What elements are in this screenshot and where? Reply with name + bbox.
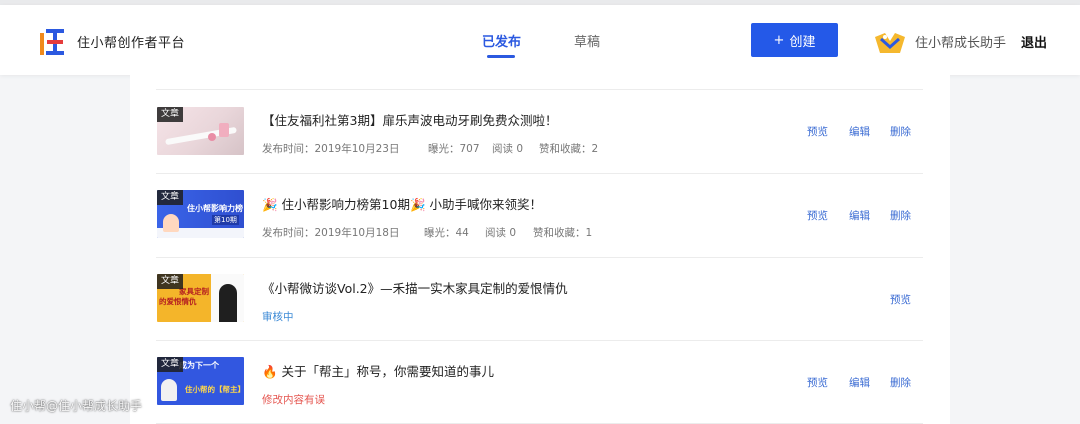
article-title[interactable]: 《小帮微访谈Vol.2》—禾描一实木家具定制的爱恨情仇 [262,278,568,297]
status-edit-error: 修改内容有误 [262,394,325,406]
username[interactable]: 住小帮成长助手 [915,32,1006,51]
read-count: 阅读 0 [492,143,524,155]
article-thumbnail[interactable]: 文章 住小帮影响力榜 第10期 [157,190,244,238]
article-thumbnail[interactable]: 文章 [157,107,244,155]
avatar[interactable] [873,27,907,57]
edit-button[interactable]: 编辑 [849,208,870,223]
thumbnail-text: 住小帮的【帮主】 [185,385,244,394]
article-type-tag: 文章 [157,357,184,372]
exposure-count: 曝光：44 [424,227,469,239]
article-thumbnail[interactable]: 文章 成为下一个 住小帮的【帮主】 [157,357,244,405]
article-list-panel: 文章 【住友福利社第3期】扉乐声波电动牙刷免费众测啦！ 发布时间：2019年10… [130,75,950,424]
top-nav-bar: 住小帮创作者平台 已发布 草稿 + 创建 住小帮成长助手 退出 [0,5,1080,75]
tab-drafts[interactable]: 草稿 [574,31,600,50]
article-title[interactable]: 🎉 住小帮影响力榜第10期🎉 小助手喊你来领奖！ [262,194,542,213]
person-illustration [163,214,179,232]
likes-count: 赞和收藏：2 [539,143,599,155]
delete-button[interactable]: 删除 [890,375,911,390]
likes-count: 赞和收藏：1 [533,227,593,239]
preview-button[interactable]: 预览 [890,292,911,307]
article-type-tag: 文章 [157,190,184,205]
create-button-label: 创建 [789,34,816,50]
thumbnail-text: 成为下一个 [179,361,219,370]
watermark: 住小帮@住小帮成长助手 [10,399,143,413]
preview-button[interactable]: 预览 [807,208,828,223]
delete-button[interactable]: 删除 [890,124,911,139]
preview-button[interactable]: 预览 [807,124,828,139]
create-button[interactable]: + 创建 [751,23,838,57]
publish-time: 发布时间：2019年10月18日 [262,227,400,239]
preview-button[interactable]: 预览 [807,375,828,390]
article-type-tag: 文章 [157,274,184,289]
list-item: 文章 【住友福利社第3期】扉乐声波电动牙刷免费众测啦！ 发布时间：2019年10… [156,90,923,173]
edit-button[interactable]: 编辑 [849,124,870,139]
list-item: 文章 家具定制 的爱恨情仇 《小帮微访谈Vol.2》—禾描一实木家具定制的爱恨情… [156,258,923,341]
publish-time: 发布时间：2019年10月23日 [262,143,400,155]
active-tab-indicator [487,55,515,58]
plus-icon: + [773,32,785,48]
person-illustration [219,284,237,322]
platform-logo-icon [40,29,64,55]
list-item: 文章 成为下一个 住小帮的【帮主】 🔥 关于「帮主」称号，你需要知道的事儿 修改… [156,341,923,424]
platform-name: 住小帮创作者平台 [77,36,186,51]
article-type-tag: 文章 [157,107,184,122]
edit-button[interactable]: 编辑 [849,375,870,390]
list-item: 文章 住小帮影响力榜 第10期 🎉 住小帮影响力榜第10期🎉 小助手喊你来领奖！… [156,174,923,257]
thumbnail-text: 住小帮影响力榜 [187,204,243,213]
article-thumbnail[interactable]: 文章 家具定制 的爱恨情仇 [157,274,244,322]
tab-published[interactable]: 已发布 [482,31,521,50]
exposure-count: 曝光：707 [428,143,480,155]
article-title[interactable]: 🔥 关于「帮主」称号，你需要知道的事儿 [262,361,494,380]
thumbnail-text: 的爱恨情仇 [159,297,197,306]
thumbnail-text: 第10期 [212,215,239,225]
status-under-review: 审核中 [262,311,294,323]
delete-button[interactable]: 删除 [890,208,911,223]
article-title[interactable]: 【住友福利社第3期】扉乐声波电动牙刷免费众测啦！ [262,110,557,129]
read-count: 阅读 0 [485,227,517,239]
person-illustration [161,379,177,401]
logout-link[interactable]: 退出 [1021,32,1047,51]
